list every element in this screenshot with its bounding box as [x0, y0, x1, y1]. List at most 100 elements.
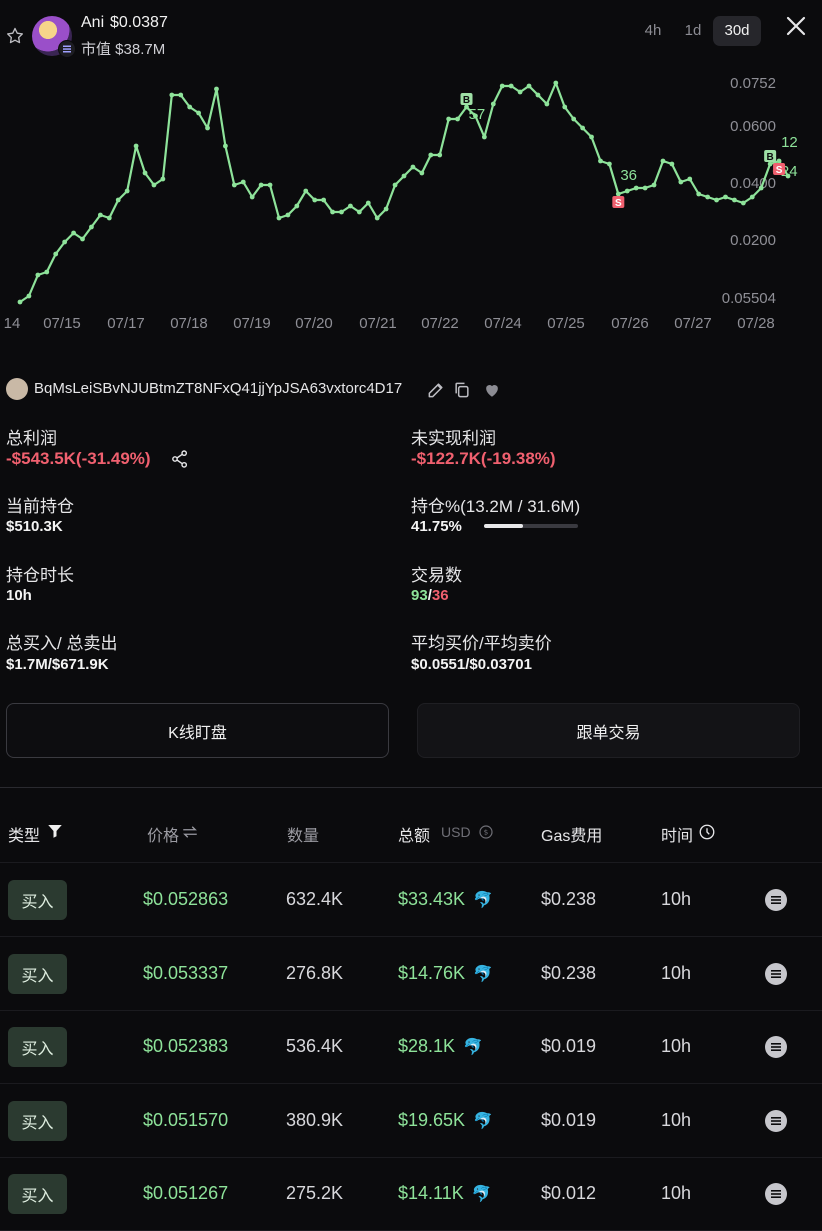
price-point	[383, 206, 389, 212]
price-point	[714, 197, 719, 203]
price-point	[419, 170, 425, 176]
price-point	[71, 230, 76, 236]
timeframe-4h[interactable]: 4h	[636, 16, 670, 46]
price-point	[178, 92, 184, 98]
wallet-address: BqMsLeiSBvNJUBtmZT8NFxQ41jjYpJSA63vxtorc…	[34, 380, 403, 397]
swap-icon[interactable]	[181, 824, 199, 840]
price-point	[544, 101, 550, 107]
price-point	[606, 161, 612, 167]
price-point	[160, 176, 166, 182]
price-point	[348, 203, 353, 209]
solscan-link-icon[interactable]	[765, 1183, 787, 1205]
price-point	[580, 125, 586, 131]
price-point	[535, 92, 541, 98]
close-icon[interactable]	[784, 14, 808, 38]
col-gas-header: Gas费用	[541, 828, 603, 845]
currency-switch-icon[interactable]: $	[478, 824, 494, 840]
y-tick-label: 0.0200	[730, 232, 776, 249]
filter-icon[interactable]	[46, 822, 64, 840]
total-profit-value: -$543.5K(-31.49%)	[6, 449, 151, 468]
price-point	[749, 194, 755, 200]
copy-trade-button[interactable]: 跟单交易	[417, 703, 800, 758]
col-price-header: 价格	[147, 828, 180, 845]
favorite-star-icon[interactable]	[5, 26, 25, 46]
price-point	[374, 215, 380, 221]
row-qty: 632.4K	[286, 889, 344, 909]
buy-type-badge: 买入	[8, 1174, 67, 1214]
x-tick-label: 07/20	[295, 315, 333, 332]
buy-type-badge: 买入	[8, 880, 67, 920]
col-qty-header: 数量	[287, 828, 320, 845]
row-total: $33.43K 🐬	[398, 889, 493, 910]
price-point	[642, 185, 648, 191]
clock-icon[interactable]	[698, 823, 716, 841]
solscan-link-icon[interactable]	[765, 1109, 787, 1132]
solscan-link-icon[interactable]	[765, 962, 787, 985]
price-point	[97, 212, 103, 218]
timeframe-1d[interactable]: 1d	[676, 16, 710, 46]
share-icon[interactable]	[170, 449, 190, 469]
price-point	[106, 215, 112, 221]
trades-buy-count: 93	[411, 587, 428, 604]
price-point	[615, 191, 621, 197]
row-gas: $0.238	[541, 962, 597, 983]
price-point	[401, 173, 407, 179]
y-tick-label: 0.0400	[730, 175, 776, 192]
row-time: 10h	[661, 889, 692, 909]
price-point	[678, 179, 684, 185]
svg-text:$: $	[484, 828, 489, 837]
price-point	[151, 182, 157, 188]
avg-price-label: 平均买价/平均卖价	[411, 634, 552, 653]
row-total: $14.76K 🐬	[398, 963, 493, 984]
row-total-value: $14.76K	[398, 962, 466, 983]
holding-progress-fill	[484, 524, 524, 528]
x-tick-label: 07/28	[737, 315, 775, 332]
x-tick-label: 07/24	[484, 315, 522, 332]
row-time: 10h	[661, 1109, 692, 1130]
row-separator	[0, 936, 822, 937]
row-price: $0.052863	[143, 889, 229, 909]
copy-icon[interactable]	[452, 380, 472, 400]
unrealized-profit-value: -$122.7K(-19.38%)	[411, 449, 556, 468]
price-point	[205, 125, 210, 131]
dolphin-icon: 🐬	[473, 1112, 493, 1130]
x-tick-label: 07/22	[421, 315, 459, 332]
row-separator	[0, 862, 822, 863]
row-total: $19.65K 🐬	[398, 1110, 493, 1131]
price-point	[651, 182, 657, 188]
solscan-link-icon[interactable]	[765, 1036, 787, 1058]
price-point	[80, 236, 85, 242]
marker-letter: B	[463, 95, 470, 106]
edit-icon[interactable]	[426, 380, 446, 400]
price-chart[interactable]: 0.0752 0.0600 0.0400 0.0200 0.05504 14 07/15 0…	[0, 70, 822, 340]
price-point	[249, 194, 255, 200]
row-qty: 276.8K	[286, 962, 344, 983]
total-profit-label: 总利润	[6, 429, 57, 448]
price-point	[62, 239, 68, 245]
buy-type-badge: 买入	[8, 1100, 67, 1141]
token-name: Ani	[81, 14, 105, 31]
heart-icon[interactable]	[482, 380, 502, 400]
solscan-link-icon[interactable]	[765, 889, 787, 911]
unrealized-profit-label: 未实现利润	[411, 429, 496, 448]
price-line	[19, 81, 789, 303]
price-point	[696, 191, 702, 197]
row-total: $14.11K 🐬	[398, 1183, 492, 1204]
price-point	[669, 161, 675, 167]
price-point	[687, 176, 693, 182]
price-point	[723, 194, 728, 200]
price-point	[633, 185, 639, 191]
x-tick-label: 07/27	[674, 315, 712, 332]
price-point	[276, 215, 282, 221]
price-point	[124, 188, 130, 194]
x-tick-label: 07/17	[107, 315, 145, 332]
row-separator	[0, 1156, 822, 1158]
holding-label: 当前持仓	[6, 497, 74, 516]
trades-label: 交易数	[411, 566, 462, 585]
row-total-value: $14.11K	[398, 1183, 464, 1203]
timeframe-30d[interactable]: 30d	[713, 16, 761, 46]
marker-label: 57	[469, 106, 486, 123]
row-total-value: $33.43K	[398, 889, 466, 909]
row-gas: $0.012	[541, 1183, 597, 1203]
kline-watch-button[interactable]: K线盯盘	[6, 703, 389, 758]
